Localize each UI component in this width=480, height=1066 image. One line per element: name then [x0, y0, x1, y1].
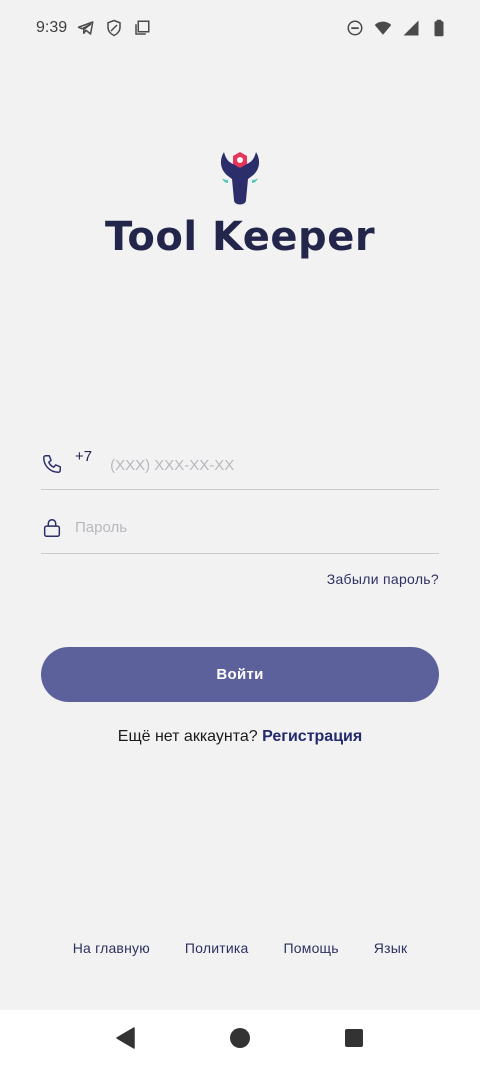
telegram-icon: [77, 21, 94, 35]
battery-icon: [434, 19, 444, 37]
signup-prompt-text: Ещё нет аккаунта?: [117, 728, 258, 745]
signup-prompt: Ещё нет аккаунта? Регистрация: [0, 728, 480, 746]
phone-input[interactable]: [110, 450, 391, 481]
phone-icon: [43, 454, 61, 473]
phone-country-code: +7: [75, 448, 93, 465]
footer-link-policy[interactable]: Политика: [185, 940, 249, 956]
signal-icon: [403, 20, 419, 36]
footer-link-language[interactable]: Язык: [374, 940, 408, 956]
status-time: 9:39: [36, 19, 68, 36]
system-nav-bar: [0, 1010, 480, 1066]
wifi-icon: [374, 21, 392, 35]
footer-link-home[interactable]: На главную: [73, 940, 150, 956]
status-bar: 9:39: [0, 0, 480, 56]
footer-nav: На главную Политика Помощь Язык: [0, 940, 480, 956]
register-link[interactable]: Регистрация: [262, 728, 362, 745]
app-name: Tool Keeper: [104, 214, 376, 260]
brand-header: Tool Keeper: [0, 148, 480, 260]
password-input[interactable]: [75, 512, 355, 543]
password-field[interactable]: [41, 502, 439, 554]
copy-icon: [135, 20, 150, 35]
status-right: [346, 19, 448, 37]
recents-icon[interactable]: [342, 1026, 366, 1050]
recents-square-shape: [345, 1029, 363, 1047]
forgot-password-link[interactable]: Забыли пароль?: [327, 571, 439, 587]
phone-field[interactable]: +7: [41, 438, 439, 490]
login-button[interactable]: Войти: [41, 647, 439, 702]
wrench-nut-logo-icon: [220, 152, 260, 205]
footer-link-help[interactable]: Помощь: [284, 940, 339, 956]
home-circle-shape: [230, 1028, 250, 1048]
status-left: 9:39: [36, 19, 151, 37]
shield-icon: [107, 19, 121, 37]
back-triangle-shape: [116, 1027, 135, 1049]
lock-icon: [43, 518, 61, 537]
home-icon[interactable]: [228, 1026, 252, 1050]
do-not-disturb-icon: [347, 20, 363, 36]
back-icon[interactable]: [114, 1026, 138, 1050]
